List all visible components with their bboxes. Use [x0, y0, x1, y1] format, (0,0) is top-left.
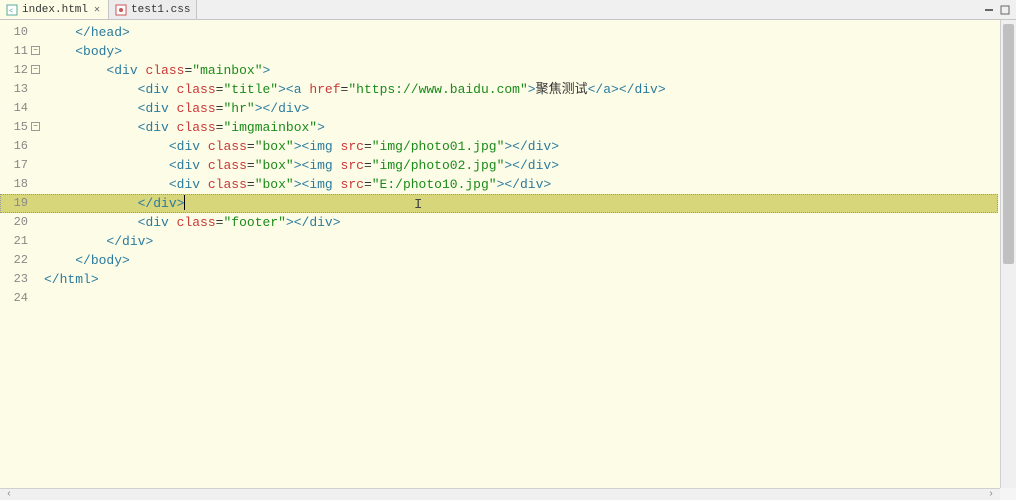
code-line[interactable]: </body> [44, 251, 1016, 270]
code-line[interactable]: <div class="footer"></div> [44, 213, 1016, 232]
tab-label: test1.css [131, 4, 190, 16]
tab-label: index.html [22, 4, 88, 16]
line-number[interactable]: 15− [0, 118, 32, 137]
code-line[interactable]: </head> [44, 23, 1016, 42]
line-number[interactable]: 14 [0, 99, 32, 118]
editor: 1011−12−131415−161718192021222324 </head… [0, 20, 1016, 488]
code-line[interactable]: <div class="box"><img src="E:/photo10.jp… [44, 175, 1016, 194]
scrollbar-thumb[interactable] [1003, 24, 1014, 264]
line-number[interactable]: 21 [0, 232, 32, 251]
line-number[interactable]: 24 [0, 289, 32, 308]
code-line[interactable]: </div> [44, 232, 1016, 251]
line-number[interactable]: 19 [0, 194, 32, 213]
html-file-icon: < [6, 4, 18, 16]
code-area[interactable]: </head> <body> <div class="mainbox"> <di… [32, 20, 1016, 488]
line-number-gutter[interactable]: 1011−12−131415−161718192021222324 [0, 20, 32, 488]
code-line[interactable]: <div class="box"><img src="img/photo01.j… [44, 137, 1016, 156]
line-number[interactable]: 23 [0, 270, 32, 289]
scroll-left-arrow-icon[interactable]: ‹ [6, 489, 12, 500]
scroll-right-arrow-icon[interactable]: › [988, 489, 994, 500]
css-file-icon [115, 4, 127, 16]
vertical-scrollbar[interactable] [1000, 20, 1016, 488]
line-number[interactable]: 20 [0, 213, 32, 232]
tabs-container: < index.html ✕ test1.css [0, 0, 982, 19]
code-line[interactable]: </html> [44, 270, 1016, 289]
code-line[interactable]: <div class="hr"></div> [44, 99, 1016, 118]
text-cursor-icon: I [414, 197, 422, 213]
line-number[interactable]: 16 [0, 137, 32, 156]
code-line[interactable]: <div class="mainbox"> [44, 61, 1016, 80]
code-line[interactable]: <div class="box"><img src="img/photo02.j… [44, 156, 1016, 175]
svg-text:<: < [9, 8, 13, 16]
line-number[interactable]: 10 [0, 23, 32, 42]
code-line[interactable]: <div class="imgmainbox"> [44, 118, 1016, 137]
line-number[interactable]: 17 [0, 156, 32, 175]
code-line[interactable]: <body> [44, 42, 1016, 61]
tab-test1-css[interactable]: test1.css [109, 0, 197, 19]
line-number[interactable]: 13 [0, 80, 32, 99]
maximize-icon[interactable] [998, 4, 1012, 16]
horizontal-scrollbar[interactable]: ‹ › [0, 488, 1000, 500]
editor-tab-bar: < index.html ✕ test1.css [0, 0, 1016, 20]
code-line[interactable]: </div> [44, 194, 1016, 213]
cursor [184, 195, 185, 210]
line-number[interactable]: 12− [0, 61, 32, 80]
line-number[interactable]: 22 [0, 251, 32, 270]
line-number[interactable]: 18 [0, 175, 32, 194]
code-line[interactable] [44, 289, 1016, 308]
minimize-icon[interactable] [982, 4, 996, 16]
code-line[interactable]: <div class="title"><a href="https://www.… [44, 80, 1016, 99]
line-number[interactable]: 11− [0, 42, 32, 61]
tab-index-html[interactable]: < index.html ✕ [0, 0, 109, 19]
close-icon[interactable]: ✕ [92, 5, 102, 15]
window-controls [982, 0, 1016, 19]
